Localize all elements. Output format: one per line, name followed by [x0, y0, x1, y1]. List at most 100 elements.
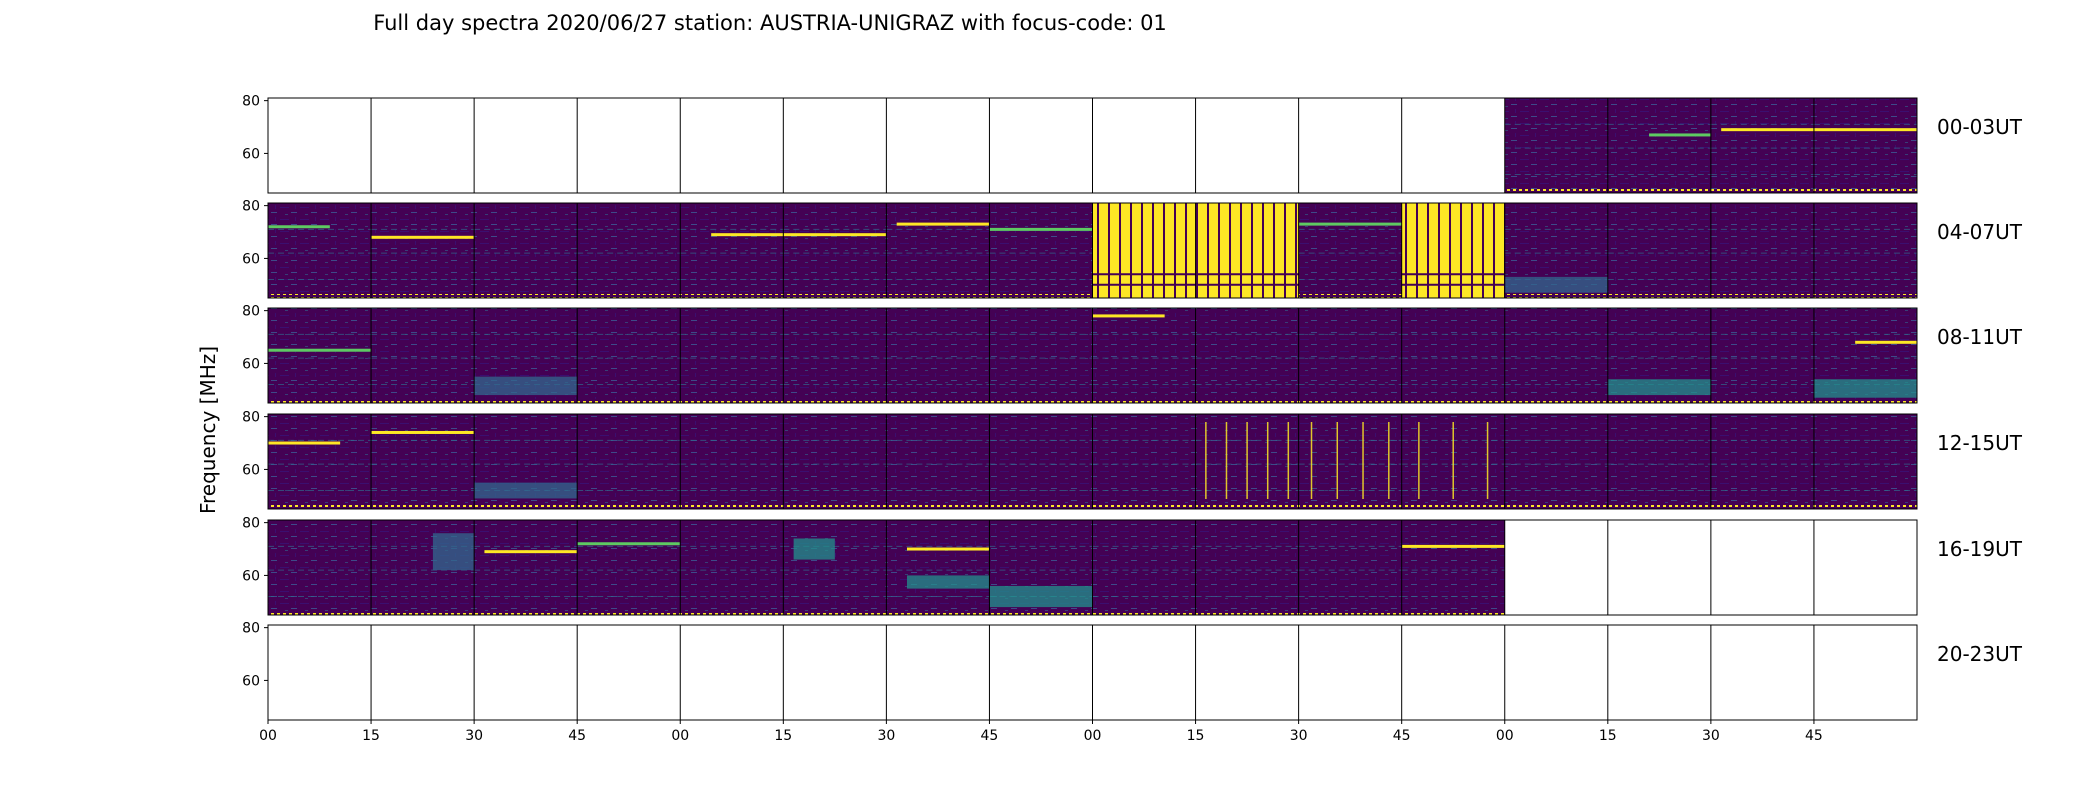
y-tick-label: 80 [242, 516, 260, 532]
emission-band [1649, 133, 1711, 137]
emission-band [1401, 544, 1505, 548]
baseline-marker [1298, 611, 1402, 615]
spectrum-panel [268, 520, 372, 615]
spectrum-panel [577, 414, 681, 509]
spectrum-panel [1813, 203, 1917, 298]
baseline-marker [989, 611, 1093, 615]
empty-panel [1607, 520, 1711, 615]
emission-band [484, 550, 578, 554]
empty-panel [474, 625, 578, 720]
emission-block [1813, 379, 1917, 398]
x-tick-label: 00 [259, 728, 277, 744]
baseline-marker [1607, 294, 1711, 298]
baseline-marker [1813, 294, 1917, 298]
empty-panel [680, 98, 784, 193]
empty-panel [886, 98, 990, 193]
spectrum-panel [1710, 203, 1814, 298]
x-tick-label: 30 [1290, 728, 1308, 744]
baseline-marker [1092, 611, 1196, 615]
spectrum-panel [886, 308, 990, 403]
baseline-marker [680, 611, 784, 615]
x-tick-label: 45 [568, 728, 586, 744]
x-tick-label: 15 [1187, 728, 1205, 744]
spectrum-panel [680, 520, 784, 615]
baseline-marker [1195, 611, 1299, 615]
empty-panel [1092, 625, 1196, 720]
spectrum-panel [1298, 308, 1402, 403]
baseline-marker [680, 505, 784, 509]
baseline-marker [1813, 189, 1917, 193]
emission-band [577, 542, 681, 546]
x-tick-label: 15 [1599, 728, 1617, 744]
empty-panel [1298, 625, 1402, 720]
spectrum-panel [1607, 203, 1711, 298]
baseline-marker [783, 399, 887, 403]
empty-panel [886, 625, 990, 720]
spectrum-panel [474, 520, 578, 615]
emission-band [989, 227, 1093, 231]
emission-band [1813, 128, 1917, 132]
spectra-row: 60 80 04-07UT [242, 199, 2023, 299]
y-tick-label: 60 [242, 462, 260, 478]
y-tick-label: 80 [242, 199, 260, 215]
baseline-marker [1504, 399, 1608, 403]
baseline-marker [268, 505, 372, 509]
spectrum-panel [577, 308, 681, 403]
spectrum-panel [1710, 98, 1814, 193]
baseline-marker [1401, 399, 1505, 403]
baseline-marker [783, 611, 887, 615]
emission-block [989, 585, 1093, 608]
empty-panel [1195, 625, 1299, 720]
spectrum-panel [1092, 308, 1196, 403]
spectrum-panel [1298, 414, 1402, 509]
empty-panel [1710, 520, 1814, 615]
emission-block [1504, 276, 1608, 293]
saturated-panel [1195, 203, 1299, 298]
spectrum-panel [1813, 98, 1917, 193]
y-tick-label: 60 [242, 146, 260, 162]
emission-band [1855, 340, 1917, 344]
baseline-marker [1813, 399, 1917, 403]
y-tick-label: 80 [242, 621, 260, 637]
baseline-marker [680, 399, 784, 403]
baseline-marker [577, 399, 681, 403]
baseline-marker [474, 399, 578, 403]
baseline-marker [1710, 505, 1814, 509]
emission-band [371, 430, 475, 434]
spectrum-panel [371, 414, 475, 509]
baseline-marker [268, 294, 372, 298]
emission-band [268, 348, 372, 352]
spectra-row: 60 80 00-03UT [242, 94, 2023, 194]
y-tick-label: 60 [242, 673, 260, 689]
saturated-panel [1092, 203, 1196, 298]
spectrum-panel [989, 203, 1093, 298]
emission-block [474, 482, 578, 499]
x-tick-label: 30 [465, 728, 483, 744]
baseline-marker [1092, 505, 1196, 509]
empty-panel [1813, 625, 1917, 720]
empty-panel [989, 625, 1093, 720]
spectrum-panel [1092, 520, 1196, 615]
baseline-marker [371, 399, 475, 403]
x-tick-label: 45 [981, 728, 999, 744]
x-tick-label: 00 [671, 728, 689, 744]
spectrum-panel [886, 203, 990, 298]
baseline-marker [577, 505, 681, 509]
y-tick-label: 80 [242, 304, 260, 320]
emission-band [906, 547, 990, 551]
baseline-marker [783, 294, 887, 298]
spectrum-panel [1504, 414, 1608, 509]
spectrum-panel [783, 414, 887, 509]
baseline-marker [1401, 505, 1505, 509]
x-tick-label: 15 [362, 728, 380, 744]
y-tick-label: 60 [242, 251, 260, 267]
spectrum-panel [1710, 414, 1814, 509]
empty-panel [371, 98, 475, 193]
row-time-label: 04-07UT [1937, 220, 2023, 244]
baseline-marker [474, 294, 578, 298]
empty-panel [1813, 520, 1917, 615]
emission-band [1721, 128, 1814, 132]
empty-panel [1298, 98, 1402, 193]
baseline-marker [1195, 505, 1299, 509]
baseline-marker [1298, 505, 1402, 509]
